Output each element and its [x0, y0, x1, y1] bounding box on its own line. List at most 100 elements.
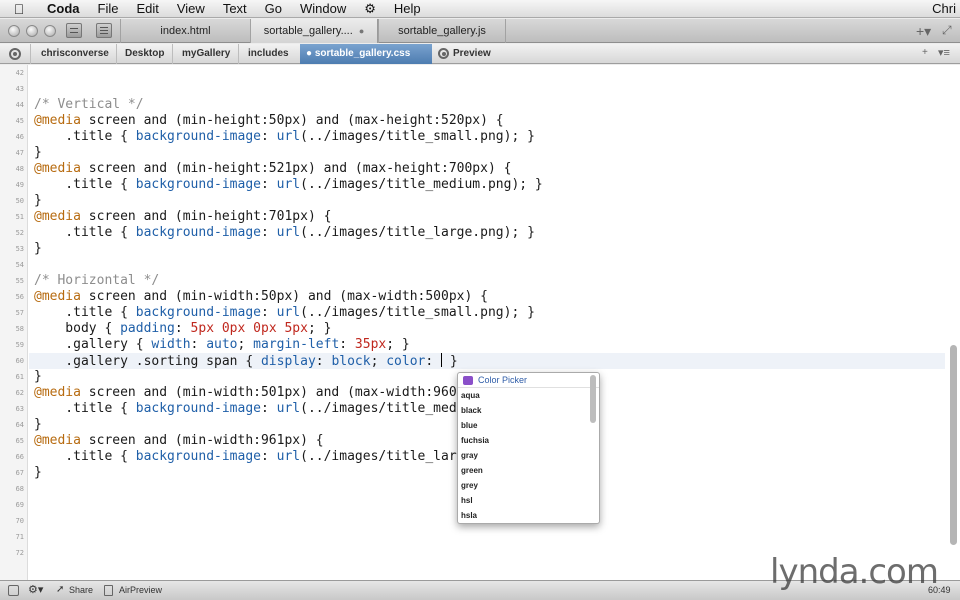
code-line: }: [34, 465, 42, 480]
line-number: 63: [15, 405, 24, 413]
share-button[interactable]: Share: [69, 585, 93, 595]
line-number: 61: [15, 373, 24, 381]
code-line: /* Vertical */: [34, 97, 144, 112]
script-menu-icon[interactable]: ⚙: [355, 0, 385, 18]
completion-scrollbar[interactable]: [590, 375, 596, 423]
completion-item-fuchsia[interactable]: fuchsia: [458, 433, 599, 448]
code-line: .title { background-image: url(../images…: [34, 177, 543, 192]
code-line: }: [34, 241, 42, 256]
line-number: 69: [15, 501, 24, 509]
code-line: }: [34, 145, 42, 160]
breadcrumb-file-label: sortable_gallery.css: [314, 48, 411, 59]
breadcrumb-active-file[interactable]: ● sortable_gallery.css: [300, 44, 432, 64]
airpreview-button[interactable]: AirPreview: [119, 585, 162, 595]
menu-text[interactable]: Text: [214, 0, 256, 18]
line-number: 50: [15, 197, 24, 205]
code-line: @media screen and (min-height:50px) and …: [34, 113, 504, 128]
breadcrumb-chrisconverse[interactable]: chrisconverse: [41, 44, 109, 64]
tabs-overview-button[interactable]: [96, 23, 112, 38]
line-number: 62: [15, 389, 24, 397]
vertical-scrollbar[interactable]: [950, 345, 957, 545]
close-window-button[interactable]: [8, 25, 20, 37]
apple-menu-icon[interactable]: : [0, 1, 38, 17]
tab-sortable-gallery-css[interactable]: sortable_gallery.... ●: [250, 19, 378, 43]
menu-help[interactable]: Help: [385, 0, 430, 18]
line-number: 45: [15, 117, 24, 125]
minimize-window-button[interactable]: [26, 25, 38, 37]
code-line: }: [34, 193, 42, 208]
menu-app-coda[interactable]: Coda: [38, 0, 89, 18]
breadcrumb-mygallery[interactable]: myGallery: [182, 44, 230, 64]
completion-item-hsl[interactable]: hsl: [458, 493, 599, 508]
tab-label: sortable_gallery....: [263, 25, 353, 37]
line-number: 44: [15, 101, 24, 109]
code-line: .title { background-image: url(../images…: [34, 129, 535, 144]
code-line: }: [34, 417, 42, 432]
line-number: 53: [15, 245, 24, 253]
code-line: @media screen and (min-width:961px) {: [34, 433, 324, 448]
lynda-watermark: lynda.com: [770, 552, 939, 592]
code-line: @media screen and (min-height:521px) and…: [34, 161, 512, 176]
user-name[interactable]: Chri: [932, 1, 960, 16]
line-number: 65: [15, 437, 24, 445]
menu-edit[interactable]: Edit: [127, 0, 167, 18]
code-line: body { padding: 5px 0px 0px 5px; }: [34, 321, 332, 336]
breadcrumb-desktop[interactable]: Desktop: [125, 44, 164, 64]
preview-button[interactable]: Preview: [453, 44, 491, 64]
completion-item-green[interactable]: green: [458, 463, 599, 478]
code-line: @media screen and (min-width:501px) and …: [34, 385, 496, 400]
line-number: 55: [15, 277, 24, 285]
line-number: 54: [15, 261, 24, 269]
preview-eye-icon: [438, 48, 449, 59]
code-line-current: .gallery .sorting span { display: block;…: [34, 353, 458, 369]
line-number: 42: [15, 69, 24, 77]
path-bar: chrisconverse Desktop myGallery includes…: [0, 44, 960, 64]
line-number: 64: [15, 421, 24, 429]
css-file-icon: ●: [306, 48, 315, 59]
menu-file[interactable]: File: [89, 0, 128, 18]
color-picker-icon: [463, 375, 473, 385]
sites-view-button[interactable]: [66, 23, 82, 38]
add-tab-icon[interactable]: +▾: [916, 23, 931, 40]
code-line: .title { background-image: url(../images…: [34, 225, 535, 240]
tab-close-icon[interactable]: ●: [359, 26, 364, 36]
menu-view[interactable]: View: [168, 0, 214, 18]
menu-bar:  Coda File Edit View Text Go Window ⚙ H…: [0, 0, 960, 18]
completion-item-grey[interactable]: grey: [458, 478, 599, 493]
airpreview-icon: [104, 585, 113, 596]
window-tab-bar: index.html sortable_gallery.... ● sortab…: [0, 19, 960, 43]
list-menu-icon[interactable]: ▾≡: [938, 46, 950, 59]
line-number: 47: [15, 149, 24, 157]
code-editor[interactable]: 42 43 44 45 46 47 48 49 50 51 52 53 54 55 56 57 58 59 60 61…: [0, 65, 960, 580]
tab-label: index.html: [160, 25, 211, 37]
tab-label: sortable_gallery.js: [398, 25, 486, 37]
tab-index-html[interactable]: index.html: [120, 19, 250, 43]
line-number: 52: [15, 229, 24, 237]
completion-item-gray[interactable]: gray: [458, 448, 599, 463]
fullscreen-icon[interactable]: ⤢: [942, 23, 952, 38]
sidebar-toggle-icon[interactable]: [8, 585, 19, 596]
line-number: 67: [15, 469, 24, 477]
line-number: 60: [15, 357, 24, 365]
line-number: 68: [15, 485, 24, 493]
gear-icon[interactable]: ⚙▾: [28, 583, 43, 596]
color-picker-header[interactable]: Color Picker: [458, 373, 599, 388]
tab-sortable-gallery-js[interactable]: sortable_gallery.js: [378, 19, 506, 43]
preview-toggle-icon[interactable]: [9, 48, 21, 60]
line-number-gutter: 42 43 44 45 46 47 48 49 50 51 52 53 54 55 56 57 58 59 60 61…: [0, 65, 28, 580]
breadcrumb-includes[interactable]: includes: [248, 44, 289, 64]
completion-item-aqua[interactable]: aqua: [458, 388, 599, 403]
split-plus-icon[interactable]: +: [922, 47, 928, 58]
color-picker-autocomplete[interactable]: Color Picker aqua black blue fuchsia gra…: [457, 372, 600, 524]
zoom-window-button[interactable]: [44, 25, 56, 37]
completion-item-blue[interactable]: blue: [458, 418, 599, 433]
completion-item-hsla[interactable]: hsla: [458, 508, 599, 523]
menu-go[interactable]: Go: [256, 0, 291, 18]
menu-window[interactable]: Window: [291, 0, 355, 18]
color-picker-title: Color Picker: [478, 375, 528, 385]
line-number: 58: [15, 325, 24, 333]
share-icon: ➚: [56, 584, 65, 595]
line-number: 48: [15, 165, 24, 173]
completion-item-black[interactable]: black: [458, 403, 599, 418]
line-number: 56: [15, 293, 24, 301]
